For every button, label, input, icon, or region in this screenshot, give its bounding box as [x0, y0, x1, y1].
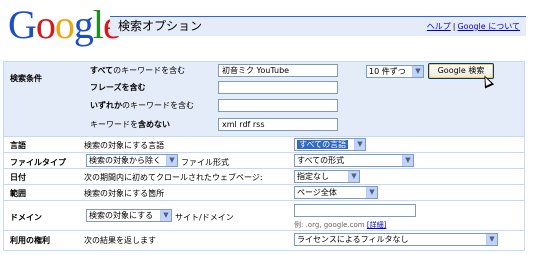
domain-label: ドメイン [10, 213, 42, 222]
results-per-page-select[interactable]: 10 件ずつ ▼ [366, 65, 424, 78]
occurrence-value: ページ全体 [297, 188, 337, 197]
phrase-label: フレーズを含む [90, 83, 146, 92]
divider [4, 152, 524, 153]
search-conditions-panel: 検索条件 すべてのキーワードを含む 初音ミク YouTube フレーズを含む い… [3, 61, 525, 137]
exclude-words-label: キーワードを含めない [90, 120, 170, 129]
date-label: 日付 [10, 173, 26, 182]
chevron-down-icon: ▼ [166, 155, 177, 166]
date-desc: 次の期間内に初めてクロールされたウェブページ: [84, 173, 263, 182]
divider [4, 184, 524, 185]
results-per-page-value: 10 件ずつ [369, 67, 406, 76]
filetype-label: ファイルタイプ [10, 158, 66, 167]
logo-letter: G [8, 2, 37, 47]
logo-letter: o [35, 2, 56, 47]
usage-rights-value: ライセンスによるフィルタなし [297, 235, 409, 244]
occurrence-desc: 検索の対象にする箇所 [84, 189, 165, 198]
phrase-input[interactable] [218, 81, 338, 94]
domain-mode-select[interactable]: 検索の対象にする ▼ [86, 209, 172, 222]
chevron-down-icon: ▼ [354, 139, 365, 150]
usage-rights-select[interactable]: ライセンスによるフィルタなし ▼ [294, 233, 498, 246]
chevron-down-icon: ▼ [160, 210, 171, 221]
logo-letter: g [73, 2, 94, 47]
page-title: 検索オプション [118, 19, 203, 33]
logo-letter: o [54, 2, 75, 47]
divider [4, 200, 524, 201]
language-select[interactable]: すべての言語 ▼ [294, 138, 366, 151]
all-words-label: すべてのキーワードを含む [90, 66, 186, 75]
filetype-value: すべての形式 [297, 156, 345, 165]
chevron-down-icon: ▼ [402, 155, 413, 166]
any-words-input[interactable] [218, 99, 338, 112]
filetype-select[interactable]: すべての形式 ▼ [294, 154, 414, 167]
chevron-down-icon: ▼ [366, 187, 377, 198]
search-conditions-label: 検索条件 [10, 74, 42, 83]
domain-input[interactable] [294, 204, 416, 217]
divider [4, 230, 524, 231]
chevron-down-icon: ▼ [348, 171, 359, 182]
exclude-words-input[interactable]: xml rdf rss [218, 118, 338, 131]
usage-rights-label: 利用の権利 [10, 236, 50, 245]
filetype-mode-value: 検索の対象から除く [89, 156, 161, 165]
language-value: すべての言語 [297, 140, 349, 149]
about-google-link[interactable]: Google について [457, 22, 520, 31]
all-words-input[interactable]: 初音ミク YouTube [218, 64, 338, 77]
logo-letter: l [92, 2, 104, 47]
filetype-desc: ファイル形式 [181, 158, 229, 167]
header-bar: 検索オプション ヘルプ | Google について [110, 16, 526, 36]
language-desc: 検索の対象にする言語 [84, 141, 165, 150]
domain-details-link[interactable]: [詳細] [367, 221, 386, 229]
help-link[interactable]: ヘルプ [427, 22, 451, 31]
chevron-down-icon: ▼ [486, 234, 497, 245]
occurrence-select[interactable]: ページ全体 ▼ [294, 186, 378, 199]
advanced-options-panel: 言語 検索の対象にする言語 すべての言語 ▼ ファイルタイプ 検索の対象から除く… [3, 137, 525, 251]
domain-hint: 例: .org, google.com [詳細] [294, 221, 387, 229]
date-value: 指定なし [297, 172, 329, 181]
filetype-mode-select[interactable]: 検索の対象から除く ▼ [86, 154, 178, 167]
occurrence-label: 範囲 [10, 189, 26, 198]
any-words-label: いずれかのキーワードを含む [90, 101, 194, 110]
domain-desc: サイト/ドメイン [175, 213, 234, 222]
divider [4, 168, 524, 169]
chevron-down-icon: ▼ [412, 66, 423, 77]
usage-rights-desc: 次の結果を返します [84, 236, 156, 245]
domain-mode-value: 検索の対象にする [89, 211, 154, 220]
header-links: ヘルプ | Google について [427, 21, 520, 32]
date-select[interactable]: 指定なし ▼ [294, 170, 360, 183]
language-label: 言語 [10, 141, 26, 150]
